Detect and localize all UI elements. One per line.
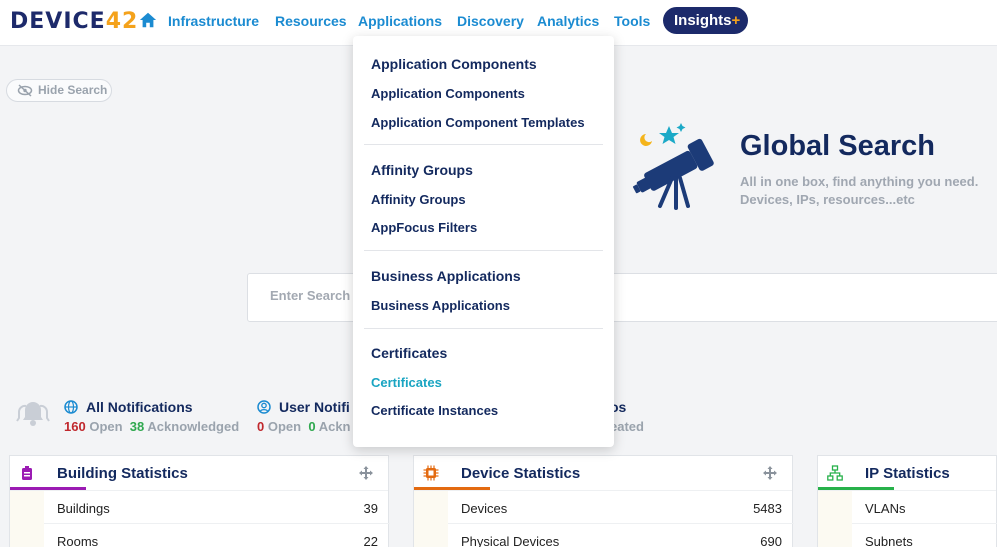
nav-applications[interactable]: Applications (358, 13, 442, 29)
move-icon[interactable] (762, 465, 778, 481)
menu-section-header: Application Components (371, 56, 537, 72)
move-icon[interactable] (358, 465, 374, 481)
row-label: VLANs (865, 501, 906, 516)
menu-item-business-applications[interactable]: Business Applications (371, 298, 510, 313)
nav-infrastructure[interactable]: Infrastructure (168, 13, 259, 29)
chip-icon (423, 465, 439, 481)
network-icon (827, 465, 843, 481)
nav-tools[interactable]: Tools (614, 13, 650, 29)
device-statistics-card: Device Statistics Devices 5483 Physical … (413, 455, 794, 547)
table-row[interactable]: Physical Devices 690 (448, 524, 794, 547)
card-accent-bar (818, 487, 894, 490)
menu-section-header: Affinity Groups (371, 162, 473, 178)
card-header: Device Statistics (414, 456, 792, 491)
ip-statistics-card: IP Statistics VLANs Subnets (817, 455, 997, 547)
card-side-strip (414, 491, 448, 547)
global-search-subtitle: All in one box, find anything you need. … (740, 174, 979, 207)
menu-section-header: Certificates (371, 345, 448, 361)
user-notifications-title[interactable]: User Notifi (279, 399, 350, 415)
third-notifications-counts: eated (610, 419, 644, 434)
row-label: Devices (461, 501, 508, 516)
card-side-strip (10, 491, 44, 547)
row-value[interactable]: 5483 (753, 501, 782, 516)
table-row[interactable]: Devices 5483 (448, 491, 794, 524)
row-label: Physical Devices (461, 534, 560, 547)
building-icon (22, 466, 32, 480)
hide-search-button[interactable]: Hide Search (6, 79, 112, 102)
globe-icon (64, 400, 78, 414)
menu-section-header: Business Applications (371, 268, 521, 284)
card-title: Device Statistics (461, 465, 581, 482)
card-header: Building Statistics (10, 456, 388, 491)
menu-item-certificate-instances[interactable]: Certificate Instances (371, 403, 498, 418)
card-side-strip (818, 491, 852, 547)
table-row[interactable]: Subnets (852, 524, 997, 547)
table-row[interactable]: Rooms 22 (44, 524, 390, 547)
row-value[interactable]: 39 (364, 501, 378, 516)
nav-discovery[interactable]: Discovery (457, 13, 524, 29)
menu-divider (364, 328, 603, 329)
all-notifications-counts: 160 Open 38 Acknowledged (64, 419, 240, 434)
user-circle-icon (257, 400, 271, 414)
all-notifications-title[interactable]: All Notifications (86, 399, 193, 415)
row-label: Buildings (57, 501, 110, 516)
card-title: IP Statistics (865, 465, 950, 482)
card-accent-bar (10, 487, 86, 490)
telescope-icon (632, 123, 714, 210)
home-icon[interactable] (139, 11, 157, 29)
device42-logo[interactable]: DEVICE42 (10, 9, 138, 34)
building-statistics-card: Building Statistics Buildings 39 Rooms 2… (9, 455, 390, 547)
menu-item-application-components[interactable]: Application Components (371, 86, 525, 101)
menu-item-application-component-templates[interactable]: Application Component Templates (371, 115, 585, 130)
menu-divider (364, 250, 603, 251)
row-label: Rooms (57, 534, 99, 547)
nav-resources[interactable]: Resources (275, 13, 347, 29)
bell-icon (16, 402, 50, 426)
card-title: Building Statistics (57, 465, 188, 482)
applications-dropdown-menu: Application Components Application Compo… (353, 36, 614, 447)
card-accent-bar (414, 487, 490, 490)
eye-off-icon (17, 84, 33, 97)
insights-button[interactable]: Insights+ (663, 7, 748, 34)
nav-analytics[interactable]: Analytics (537, 13, 599, 29)
row-value[interactable]: 22 (364, 534, 378, 547)
menu-divider (364, 144, 603, 145)
menu-item-affinity-groups[interactable]: Affinity Groups (371, 192, 466, 207)
menu-item-certificates[interactable]: Certificates (371, 375, 442, 390)
table-row[interactable]: VLANs (852, 491, 997, 524)
row-value[interactable]: 690 (760, 534, 782, 547)
user-notifications-counts: 0 Open 0 Ackn (257, 419, 351, 434)
global-search-title: Global Search (740, 130, 936, 162)
menu-item-appfocus-filters[interactable]: AppFocus Filters (371, 220, 477, 235)
card-header: IP Statistics (818, 456, 996, 491)
row-label: Subnets (865, 534, 913, 547)
table-row[interactable]: Buildings 39 (44, 491, 390, 524)
hide-search-label: Hide Search (38, 83, 108, 97)
